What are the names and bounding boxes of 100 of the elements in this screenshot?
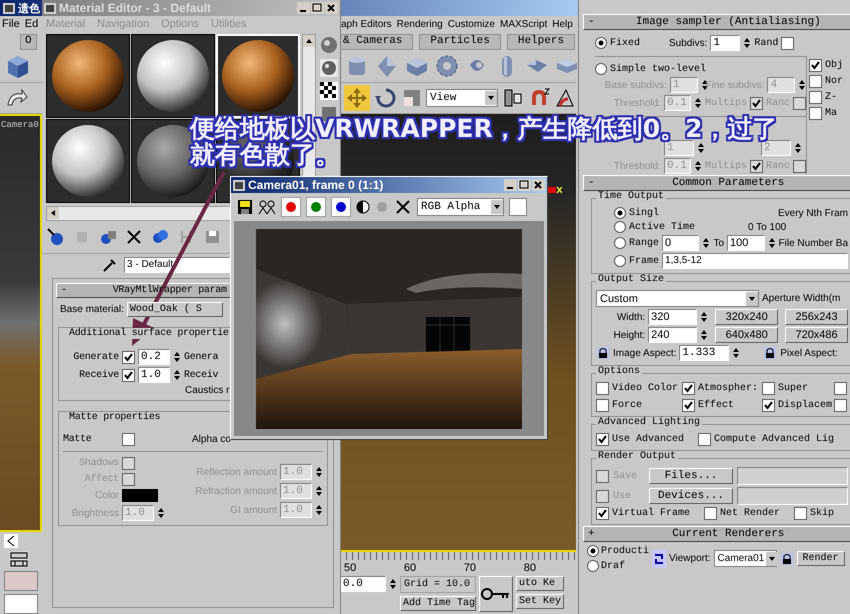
radio-button[interactable] bbox=[614, 207, 626, 219]
checkbox[interactable] bbox=[809, 59, 822, 72]
viewport[interactable]: Camera0 bbox=[0, 114, 42, 532]
checkbox[interactable] bbox=[596, 470, 609, 482]
devices-button[interactable]: Devices... bbox=[649, 488, 733, 504]
lock-icon[interactable] bbox=[780, 552, 794, 566]
angle-snap-icon[interactable] bbox=[554, 87, 576, 109]
lock-icon[interactable] bbox=[596, 346, 610, 360]
channel-button[interactable] bbox=[281, 197, 301, 217]
spinner-icon[interactable] bbox=[700, 310, 708, 324]
minimize-icon[interactable] bbox=[504, 179, 517, 191]
menu-item[interactable]: Help bbox=[552, 18, 573, 30]
dropdown-value[interactable]: View bbox=[430, 92, 456, 104]
radio-button[interactable] bbox=[614, 255, 626, 267]
radio-button[interactable] bbox=[614, 221, 626, 233]
maximize-icon[interactable] bbox=[518, 179, 531, 191]
radio-button[interactable] bbox=[595, 63, 607, 75]
preset-button[interactable]: 256x243 bbox=[785, 309, 848, 325]
file-path-field[interactable] bbox=[737, 467, 848, 485]
rollout-header[interactable]: + Current Renderers bbox=[583, 526, 850, 542]
channel-button[interactable] bbox=[306, 197, 326, 217]
preset-dropdown[interactable]: Custom bbox=[596, 290, 759, 307]
color-swatch[interactable] bbox=[4, 594, 38, 614]
preset-button[interactable]: 720x486 bbox=[785, 327, 848, 343]
checkbox[interactable] bbox=[122, 350, 135, 364]
checkbox[interactable] bbox=[781, 36, 794, 50]
gear-icon[interactable] bbox=[434, 53, 460, 79]
checkbox[interactable] bbox=[596, 382, 609, 395]
spinner-icon[interactable] bbox=[315, 503, 323, 517]
spinner-icon[interactable] bbox=[173, 350, 181, 364]
add-time-tag-button[interactable]: Add Time Tag bbox=[400, 596, 476, 611]
mono-icon[interactable] bbox=[356, 200, 370, 214]
checkbox[interactable] bbox=[762, 382, 775, 395]
viewport-dropdown[interactable]: Camera01 bbox=[714, 550, 777, 567]
alpha-dot-icon[interactable] bbox=[375, 200, 389, 214]
number-field[interactable]: 320 bbox=[648, 309, 698, 325]
number-field[interactable]: 0.0 bbox=[340, 576, 386, 592]
radio-button[interactable] bbox=[595, 37, 607, 49]
checkbox[interactable] bbox=[596, 507, 609, 520]
spinner-icon[interactable] bbox=[700, 328, 708, 342]
number-field[interactable]: 0.2 bbox=[138, 349, 170, 365]
tab[interactable]: Helpers bbox=[506, 34, 576, 50]
clone-icon[interactable] bbox=[258, 199, 276, 215]
spinner-icon[interactable] bbox=[697, 141, 705, 155]
checkbox[interactable] bbox=[596, 490, 609, 502]
number-field[interactable]: 1 bbox=[710, 35, 740, 51]
number-field[interactable]: 1,3,5-12 bbox=[662, 253, 848, 269]
scroll-left-icon[interactable] bbox=[47, 207, 59, 219]
spinner-icon[interactable] bbox=[389, 577, 397, 591]
dropdown-value[interactable]: Camera01 bbox=[718, 553, 764, 564]
channel-dropdown[interactable]: RGB Alpha bbox=[417, 198, 504, 216]
spinner-icon[interactable] bbox=[694, 159, 702, 173]
checkbox[interactable] bbox=[682, 399, 695, 412]
menu-item[interactable]: Customize bbox=[448, 18, 495, 30]
checkbox[interactable] bbox=[698, 433, 712, 446]
spinner-icon[interactable] bbox=[315, 484, 323, 498]
checkbox[interactable] bbox=[704, 507, 718, 520]
tab[interactable]: O bbox=[20, 34, 37, 50]
spinner-icon[interactable] bbox=[702, 236, 710, 250]
checkbox[interactable] bbox=[750, 96, 763, 110]
number-field[interactable]: 240 bbox=[648, 327, 698, 343]
rollout-header[interactable]: - Common Parameters bbox=[583, 175, 850, 191]
number-field[interactable]: 0 bbox=[662, 235, 700, 251]
close-icon[interactable] bbox=[325, 2, 338, 14]
checkbox[interactable] bbox=[122, 433, 135, 446]
view-dropdown[interactable]: View bbox=[426, 89, 498, 107]
get-material-icon[interactable] bbox=[46, 227, 66, 247]
menu-item[interactable]: aph Editors bbox=[341, 18, 392, 30]
checkbox[interactable] bbox=[122, 368, 135, 382]
spinner-icon[interactable] bbox=[743, 36, 752, 50]
lock-icon[interactable] bbox=[763, 346, 778, 360]
spinner-icon[interactable] bbox=[768, 236, 776, 250]
spinner-icon[interactable] bbox=[794, 141, 802, 155]
backlight-sphere-icon[interactable] bbox=[320, 59, 338, 77]
close-icon[interactable] bbox=[532, 179, 545, 191]
checkbox[interactable] bbox=[793, 96, 806, 110]
number-field[interactable]: 100 bbox=[727, 235, 765, 251]
preset-button[interactable]: 320x240 bbox=[715, 309, 778, 325]
checkbox[interactable] bbox=[794, 507, 808, 520]
set-key-button[interactable]: Set Key bbox=[516, 594, 564, 609]
spinner-icon[interactable] bbox=[694, 96, 702, 110]
preset-button[interactable]: 640x480 bbox=[715, 327, 778, 343]
eyedropper-icon[interactable] bbox=[102, 257, 118, 273]
checkbox[interactable] bbox=[122, 473, 135, 486]
tab[interactable]: & Cameras bbox=[340, 34, 414, 50]
radio-button[interactable] bbox=[587, 560, 599, 572]
number-field[interactable]: 1.0 bbox=[138, 367, 170, 383]
number-field[interactable]: 1.333 bbox=[679, 345, 730, 361]
checkbox[interactable] bbox=[596, 399, 609, 412]
spinner-icon[interactable] bbox=[157, 506, 165, 520]
sync-icon[interactable] bbox=[652, 550, 666, 568]
dropdown-value[interactable]: Custom bbox=[600, 292, 638, 304]
checkbox[interactable] bbox=[809, 75, 822, 88]
dropdown-value[interactable]: RGB Alpha bbox=[421, 201, 480, 213]
checkbox[interactable] bbox=[596, 433, 609, 446]
auto-key-button[interactable]: uto Ke bbox=[516, 576, 564, 591]
rollout-header[interactable]: - Image sampler (Antialiasing) bbox=[583, 14, 850, 30]
menu-item[interactable]: MAXScript bbox=[500, 18, 548, 30]
spinner-icon[interactable] bbox=[173, 368, 181, 382]
spinner-icon[interactable] bbox=[798, 78, 806, 92]
